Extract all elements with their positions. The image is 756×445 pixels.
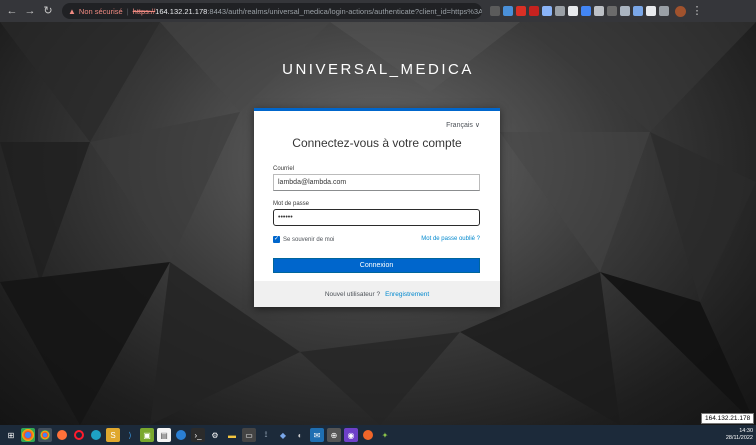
puzzle-icon[interactable] [646,6,656,16]
system-clock[interactable]: 14:30 28/11/2022 [726,425,753,445]
address-bar[interactable]: ▲ Non sécurisé | https:// 164.132.21.178… [62,3,482,19]
warning-triangle-icon: ▲ [68,6,76,16]
app-icon[interactable]: ◐ [293,428,307,442]
login-button[interactable]: Connexion [273,258,480,273]
realm-title: UNIVERSAL_MEDICA [282,61,474,78]
new-user-text: Nouvel utilisateur ? [324,290,381,298]
pycharm-icon[interactable]: ▣ [140,428,154,442]
steam-icon[interactable] [174,428,188,442]
password-field[interactable]: •••••• [273,209,480,226]
edge-icon[interactable] [89,428,103,442]
sidebar-icon[interactable] [659,6,669,16]
app-icon[interactable]: ◆ [276,428,290,442]
windows-taskbar: ⊞ S ⟩ ▣ ▤ ›_ ⚙ ▬ ▭ ⟟ ◆ ◐ ✉ ⊕ ◉ ✦ 14:30 2… [0,425,756,445]
opera-icon[interactable] [72,428,86,442]
app-icon[interactable]: ✦ [378,428,392,442]
extension-icon[interactable] [594,6,604,16]
url-host: 164.132.21.178 [155,6,208,16]
extension-icon[interactable] [607,6,617,16]
task-view-icon[interactable]: ⊞ [4,428,18,442]
forgot-password-link[interactable]: Mot de passe oublié ? [421,236,480,242]
url-path: :8443/auth/realms/universal_medica/login… [207,6,482,16]
card-footer: Nouvel utilisateur ? Enregistrement [254,281,500,307]
login-page: UNIVERSAL_MEDICA Français ∨ Connectez-vo… [0,22,756,425]
settings-gear-icon[interactable]: ⚙ [208,428,222,442]
email-field[interactable]: lambda@lambda.com [273,174,480,191]
remember-me-label: Se souvenir de moi [283,236,335,243]
extension-icon[interactable] [542,6,552,16]
clock-date: 28/11/2022 [725,435,753,441]
email-label: Courriel [273,166,295,172]
extension-icon[interactable] [581,6,591,16]
reload-icon[interactable]: ↻ [40,3,56,19]
back-arrow-icon[interactable]: ← [4,3,20,19]
login-card: Français ∨ Connectez-vous à votre compte… [254,108,500,307]
notepad-icon[interactable]: ▤ [157,428,171,442]
extension-icon[interactable] [503,6,513,16]
profile-avatar[interactable] [675,5,686,17]
firefox-icon[interactable] [55,428,69,442]
chrome-active-icon[interactable] [38,428,52,442]
not-secure-label: Non sécurisé [78,6,123,16]
remember-me[interactable]: ✓ Se souvenir de moi [273,236,334,243]
url-protocol: https:// [132,6,156,16]
app-icon[interactable] [361,428,375,442]
extension-icon[interactable] [555,6,565,16]
ip-tooltip: 164.132.21.178 [701,413,755,424]
extension-icon[interactable] [490,6,500,16]
menu-dots-icon[interactable]: ⋮ [689,3,705,19]
extensions-bar: ⋮ [490,3,705,19]
chrome-icon[interactable] [21,428,35,442]
login-title: Connectez-vous à votre compte [292,136,462,150]
language-selector[interactable]: Français ∨ [446,121,480,129]
extension-icon[interactable] [529,6,539,16]
address-separator: | [126,6,129,16]
register-link[interactable]: Enregistrement [385,291,429,298]
clock-time: 14:30 [739,428,753,434]
password-label: Mot de passe [273,201,310,207]
extension-icon[interactable] [633,6,643,16]
app-icon[interactable]: ⊕ [327,428,341,442]
vscode-icon[interactable]: ⟩ [123,428,137,442]
browser-toolbar: ← → ↻ ▲ Non sécurisé | https:// 164.132.… [0,0,756,22]
checkbox-checked-icon[interactable]: ✓ [273,236,280,243]
sublime-icon[interactable]: S [106,428,120,442]
network-icon[interactable]: ⟟ [259,428,273,442]
forward-arrow-icon[interactable]: → [22,3,38,19]
extension-icon[interactable] [568,6,578,16]
folder-icon[interactable]: ▬ [225,428,239,442]
github-icon[interactable]: ◉ [344,428,358,442]
outlook-icon[interactable]: ✉ [310,428,324,442]
terminal-icon[interactable]: ›_ [191,428,205,442]
screen-capture-icon[interactable]: ▭ [242,428,256,442]
extension-icon[interactable] [620,6,630,16]
extension-icon[interactable] [516,6,526,16]
